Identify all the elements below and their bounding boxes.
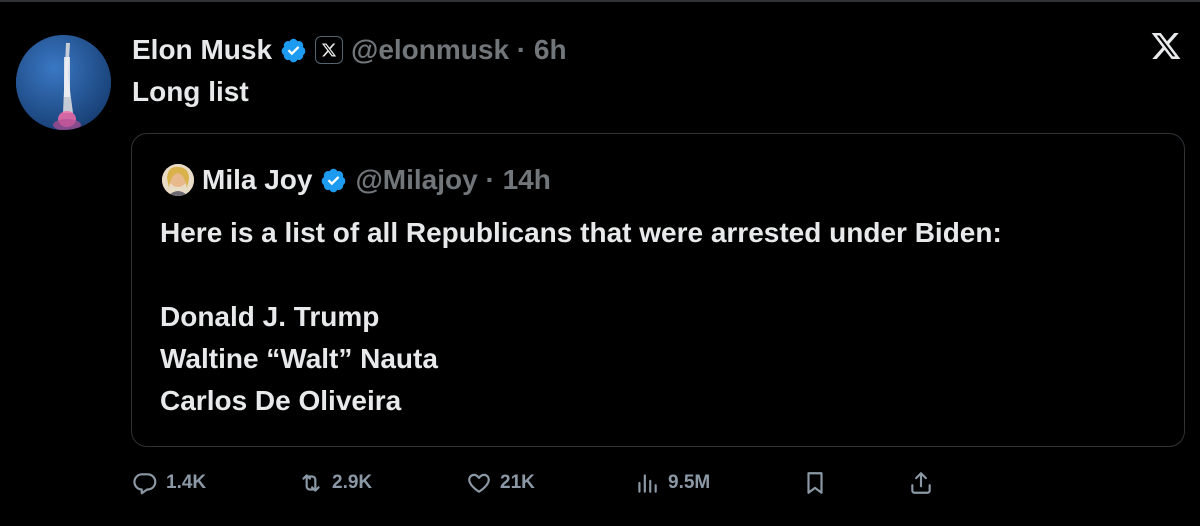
reply-button[interactable]: 1.4K — [132, 466, 206, 500]
tweet-header: Elon Musk @elonmusk · 6h — [132, 28, 567, 72]
quoted-avatar-image — [162, 164, 194, 196]
x-logo-icon[interactable] — [1150, 30, 1182, 62]
quoted-tweet-header: Mila Joy @Milajoy · 14h — [162, 160, 551, 200]
quoted-avatar[interactable] — [162, 164, 194, 196]
quoted-text-line: Waltine “Walt” Nauta — [160, 343, 438, 374]
share-button[interactable] — [908, 466, 934, 500]
reply-count: 1.4K — [166, 472, 207, 493]
quoted-text-line: Carlos De Oliveira — [160, 385, 402, 416]
quoted-text-line: Here is a list of all Republicans that w… — [160, 217, 1002, 248]
action-bar: 1.4K 2.9K 21K 9.5M — [132, 466, 952, 500]
author-handle-time[interactable]: @elonmusk · 6h — [351, 34, 567, 66]
quoted-tweet-text: Here is a list of all Republicans that w… — [160, 212, 1002, 422]
bookmark-button[interactable] — [802, 466, 828, 500]
x-logo-icon — [321, 43, 337, 57]
verified-badge-icon[interactable] — [280, 37, 307, 64]
quoted-tweet[interactable]: Mila Joy @Milajoy · 14h Here is a list o… — [131, 133, 1185, 447]
like-count: 21K — [500, 472, 535, 493]
views-button[interactable]: 9.5M — [634, 466, 710, 500]
bookmark-icon — [807, 472, 823, 494]
repost-button[interactable]: 2.9K — [298, 466, 372, 500]
quoted-text-line — [160, 254, 1002, 296]
views-icon — [638, 474, 657, 493]
quoted-text-line: Donald J. Trump — [160, 301, 380, 332]
verified-badge-icon[interactable] — [320, 167, 347, 194]
repost-count: 2.9K — [332, 472, 373, 493]
like-button[interactable]: 21K — [466, 466, 535, 500]
top-divider — [0, 0, 1200, 2]
avatar-image — [16, 35, 111, 130]
quoted-author-name[interactable]: Mila Joy — [202, 164, 312, 196]
views-count: 9.5M — [668, 472, 711, 493]
quoted-handle-time[interactable]: @Milajoy · 14h — [355, 164, 550, 196]
affiliate-badge[interactable] — [315, 36, 344, 64]
author-name[interactable]: Elon Musk — [132, 34, 272, 66]
heart-icon — [468, 473, 490, 493]
avatar[interactable] — [16, 35, 111, 130]
repost-icon — [302, 474, 320, 492]
reply-icon — [133, 473, 157, 495]
tweet-text: Long list — [132, 76, 249, 107]
share-icon — [911, 472, 931, 494]
